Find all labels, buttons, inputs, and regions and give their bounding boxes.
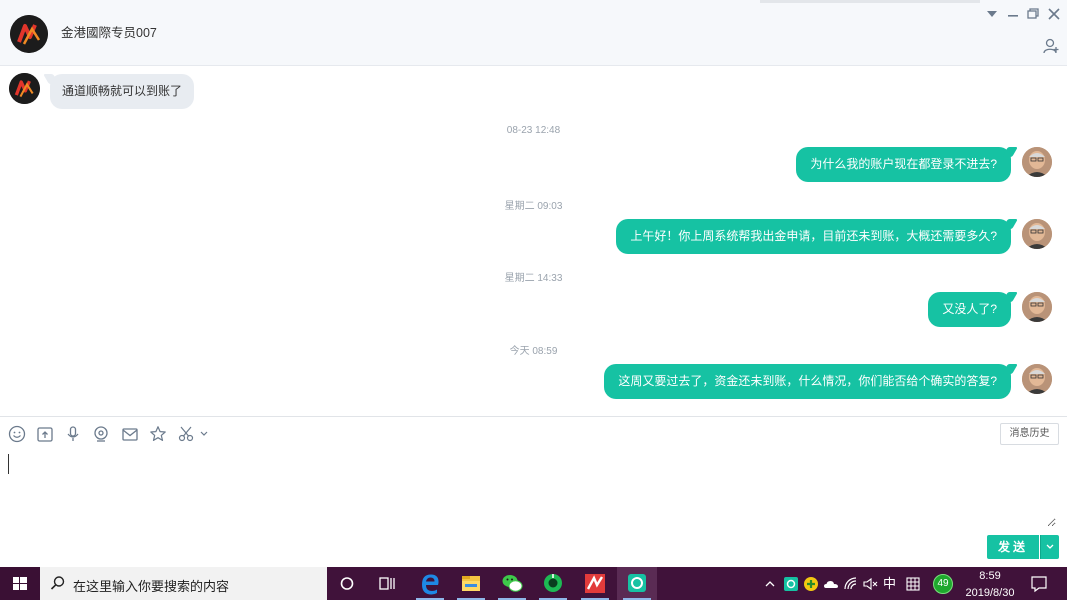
clock-time: 8:59 [979,570,1001,582]
incoming-message: 通道顺畅就可以到账了 [50,74,195,109]
restore-icon[interactable] [1025,6,1041,22]
tray-helper-icon[interactable] [803,576,819,592]
message-timestamp: 星期二 09:03 [504,201,563,212]
file-explorer-icon[interactable] [451,567,491,600]
volume-muted-icon[interactable] [862,576,878,592]
system-clock[interactable]: 8:59 2019/8/30 [958,569,1022,600]
send-button[interactable]: 发送 [987,535,1039,559]
message-timestamp: 今天 08:59 [509,346,558,357]
cortana-icon[interactable] [327,567,367,600]
contact-name: 金港國際专员007 [61,26,157,40]
emoji-icon[interactable] [8,425,26,443]
send-options-chevron-icon[interactable] [1040,535,1059,559]
close-icon[interactable] [1046,6,1062,22]
message-list[interactable]: 通道顺畅就可以到账了 08-23 12:48 为什么我的账户现在都登录不进去? … [0,67,1067,416]
window-top-strip [760,0,980,3]
screenshot-scissors-icon[interactable] [177,425,211,443]
onedrive-cloud-icon[interactable] [823,576,839,592]
wechat-icon[interactable] [492,567,532,600]
chat-header: 金港國際专员007 [0,0,1067,66]
chat-app-icon[interactable] [617,567,657,600]
user-avatar[interactable] [1022,364,1052,394]
user-avatar[interactable] [1022,147,1052,177]
mail-icon[interactable] [121,425,139,443]
ime-language[interactable]: 中 [883,576,896,592]
edge-browser-icon[interactable] [410,567,450,600]
start-button[interactable] [0,567,40,600]
notification-count-badge[interactable]: 49 [933,574,953,594]
search-placeholder: 在这里输入你要搜索的内容 [73,579,230,594]
action-center-icon[interactable] [1030,575,1048,593]
message-timestamp: 08-23 12:48 [506,125,561,136]
microphone-icon[interactable] [64,425,82,443]
browser-app-icon[interactable] [533,567,573,600]
tray-chat-app-icon[interactable] [783,576,799,592]
dropdown-icon[interactable] [984,6,1000,22]
outgoing-message: 这周又要过去了，资金还未到账，什么情况，你们能否给个确实的答复? [604,364,1011,399]
taskbar-search-box[interactable]: 在这里输入你要搜索的内容 [40,567,327,600]
trading-app-icon[interactable] [575,567,615,600]
outgoing-message: 又没人了? [928,292,1011,327]
tray-chevron-up-icon[interactable] [764,576,776,592]
user-avatar[interactable] [1022,292,1052,322]
upload-file-icon[interactable] [36,425,54,443]
wifi-icon[interactable] [843,576,859,592]
task-view-icon[interactable] [367,567,407,600]
contact-avatar[interactable] [10,15,48,53]
outgoing-message: 为什么我的账户现在都登录不进去? [796,147,1011,182]
text-caret [8,454,9,474]
star-icon[interactable] [149,425,167,443]
message-timestamp: 星期二 14:33 [504,273,563,284]
minimize-icon[interactable] [1005,6,1021,22]
ime-grid-icon[interactable] [905,576,921,592]
windows-taskbar: 在这里输入你要搜索的内容 中 49 8:59 2019/8/30 [0,567,1067,600]
clock-date: 2019/8/30 [965,587,1015,599]
message-history-button[interactable]: 消息历史 [1000,423,1059,445]
video-call-icon[interactable] [92,425,110,443]
contact-avatar-small[interactable] [9,73,40,104]
composer: 消息历史 发送 [0,416,1067,566]
outgoing-message: 上午好！你上周系统帮我出金申请，目前还未到账，大概还需要多久? [616,219,1011,254]
user-avatar[interactable] [1022,219,1052,249]
add-user-icon[interactable] [1042,37,1060,55]
message-input[interactable] [6,447,1056,527]
search-icon [50,576,65,590]
